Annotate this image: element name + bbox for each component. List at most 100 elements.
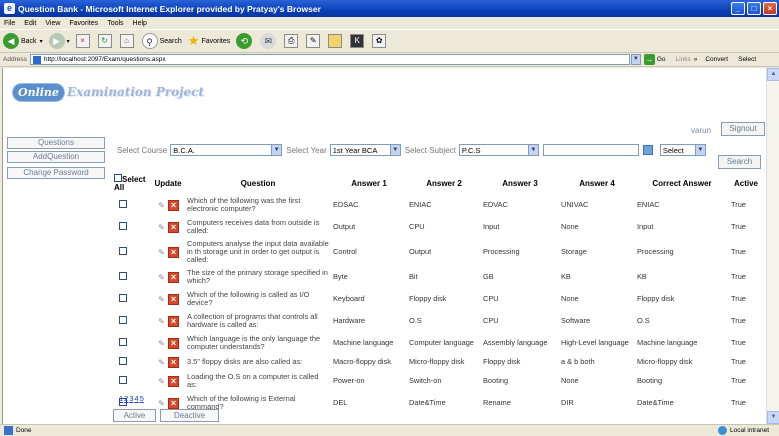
menu-help[interactable]: Help [133,20,147,27]
refresh-button[interactable]: ↻ [97,34,114,48]
update-header: Update [154,178,182,188]
table-header-row: Select All Update Question Answer 1 Answ… [113,172,763,194]
address-dropdown[interactable]: ▼ [630,54,641,65]
delete-icon[interactable]: × [168,271,179,283]
answer4-cell: a & b both [561,357,595,366]
go-button[interactable]: → Go [643,54,666,65]
row-checkbox[interactable] [119,316,127,324]
search-button[interactable]: ⚲ Search [141,33,182,49]
row-checkbox[interactable] [119,247,127,255]
minimize-button[interactable]: _ [731,2,745,15]
row-checkbox[interactable] [119,222,127,230]
page-link-4[interactable]: 4 [135,394,139,403]
active-cell: True [731,222,746,231]
delete-icon[interactable]: × [168,221,179,233]
delete-icon[interactable]: × [168,293,179,305]
course-select[interactable]: B.C.A. ▼ [170,144,283,156]
page-content: Online Examination Project varun Signout… [2,68,766,424]
edit-icon[interactable]: ✎ [157,377,166,386]
nav-change-password-button[interactable]: Change Password [7,167,105,179]
edit-icon[interactable]: ✎ [157,358,166,367]
back-button[interactable]: ◀ Back ▾ [3,33,43,49]
row-checkbox[interactable] [119,200,127,208]
row-update-cell: ✎ × [151,266,185,288]
page-link-2[interactable]: 2 [124,394,128,403]
edit-icon[interactable]: ✎ [157,201,166,210]
answer2-cell: CPU [409,222,425,231]
delete-icon[interactable]: × [168,315,179,327]
convert-button[interactable]: Convert [705,56,728,63]
answer3-cell: CPU [483,294,499,303]
calendar-icon[interactable] [642,145,653,155]
answer3-cell: Processing [483,247,520,256]
page-link-3[interactable]: 3 [129,394,133,403]
correct-answer-header: Correct Answer [652,178,712,188]
signout-button[interactable]: Signout [721,122,765,136]
edit-icon[interactable]: ✎ [157,317,166,326]
print-button[interactable]: ⎙ [284,34,300,48]
home-button[interactable]: ⌂ [119,34,136,48]
mail-button[interactable]: ✉ [260,33,278,49]
history-button[interactable]: ⟲ [236,33,254,49]
select-button[interactable]: Select [738,56,756,63]
page-link-1[interactable]: 1 [119,394,123,403]
vertical-scrollbar[interactable]: ▲ ▼ [766,68,779,424]
logo-text: Examination Project [66,85,204,99]
folder-button[interactable] [328,34,344,48]
status-select[interactable]: Select ▼ [659,144,706,156]
edit-icon[interactable]: ✎ [157,399,166,408]
scroll-up-icon[interactable]: ▲ [767,68,779,81]
messenger-button[interactable]: ✿ [372,34,388,48]
delete-icon[interactable]: × [168,199,179,211]
menu-file[interactable]: File [4,20,15,27]
maximize-button[interactable]: □ [747,2,761,15]
menu-tools[interactable]: Tools [107,20,123,27]
stop-button[interactable]: × [75,34,92,48]
row-select-cell [113,288,151,310]
question-search-input[interactable] [542,144,639,156]
active-button[interactable]: Active [113,409,156,422]
subject-select[interactable]: P.C.S ▼ [458,144,539,156]
nav-add-question-button[interactable]: AddQuestion [7,151,105,163]
menu-favorites[interactable]: Favorites [69,20,98,27]
menu-view[interactable]: View [45,20,60,27]
close-button[interactable]: × [763,2,777,15]
delete-icon[interactable]: × [168,337,179,349]
select-all-checkbox[interactable] [114,174,122,182]
row-checkbox[interactable] [119,376,127,384]
address-input[interactable]: http://localhost:2097/Exam/questions.asp… [29,54,630,65]
delete-icon[interactable]: × [168,246,179,258]
answer3-cell: Input [483,222,500,231]
edit-icon[interactable]: ✎ [157,295,166,304]
delete-icon[interactable]: × [168,397,179,409]
row-checkbox[interactable] [119,272,127,280]
page-icon [32,55,41,64]
row-checkbox[interactable] [119,294,127,302]
nav-questions-button[interactable]: Questions [7,137,105,149]
edit-icon[interactable]: ✎ [157,273,166,282]
scroll-down-icon[interactable]: ▼ [767,411,779,424]
row-checkbox[interactable] [119,357,127,365]
edit-icon[interactable]: ✎ [157,223,166,232]
back-label: Back [21,37,37,45]
chevron-down-icon: ▾ [39,38,43,45]
chevron-more-icon[interactable]: » [694,56,698,63]
address-label: Address [3,56,27,63]
security-zone: Local intranet [717,426,769,435]
forward-button[interactable]: ▶ ▾ [48,33,70,49]
edit-icon[interactable]: ✎ [157,248,166,257]
row-checkbox[interactable] [119,338,127,346]
edit-icon[interactable]: ✎ [157,339,166,348]
delete-icon[interactable]: × [168,375,179,387]
page-link-5[interactable]: 5 [140,394,144,403]
delete-icon[interactable]: × [168,356,179,368]
edit-page-button[interactable]: ✎ [306,34,322,48]
kaspersky-button[interactable]: K [350,34,366,48]
favorites-button[interactable]: ★ Favorites [188,33,230,49]
menu-edit[interactable]: Edit [24,20,36,27]
filter-bar: Select Course B.C.A. ▼ Select Year 1st Y… [117,144,710,156]
year-select[interactable]: 1st Year BCA ▼ [329,144,401,156]
search-submit-button[interactable]: Search [718,155,761,169]
deactive-button[interactable]: Deactive [160,409,219,422]
links-label[interactable]: Links [676,56,691,63]
